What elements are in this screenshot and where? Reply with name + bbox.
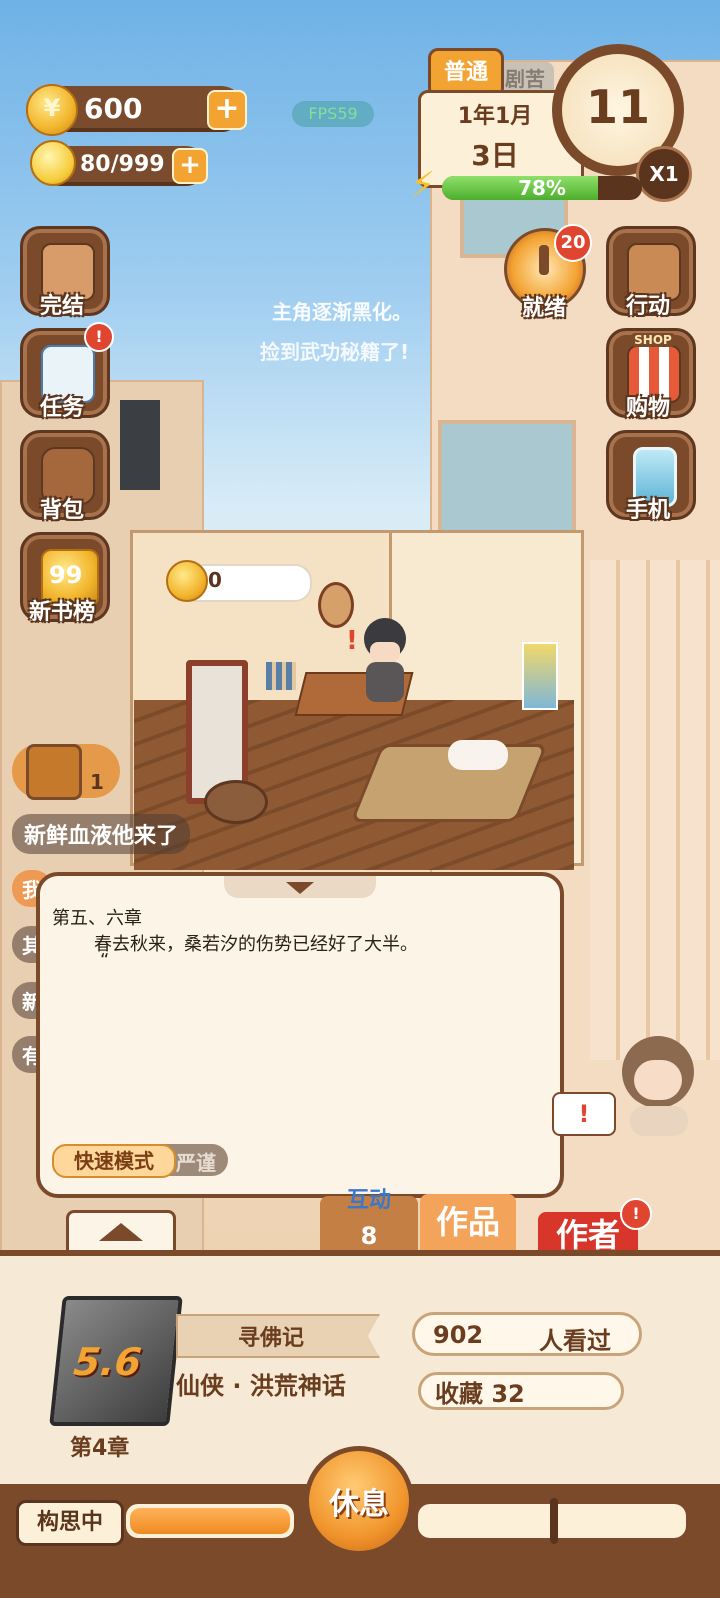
lightbulb-icon [30, 140, 76, 186]
clock-dial-icon [539, 245, 549, 275]
floating-text-1: 主角逐渐黑化。 [272, 300, 412, 324]
round-window [318, 582, 354, 628]
pillow [448, 740, 508, 770]
energy-amount: 80/999 [80, 152, 165, 177]
author-character[interactable] [360, 618, 410, 706]
rest-button[interactable]: 休息 [304, 1446, 414, 1556]
wall-poster [522, 642, 558, 710]
book-title: 寻佛记 [237, 1326, 304, 1351]
ready-count-badge: 20 [554, 224, 592, 262]
favorites-pill: 收藏 32 [418, 1372, 624, 1410]
side-label-ranking: 新书榜 [28, 600, 95, 625]
side-label-action: 行动 [625, 294, 670, 319]
treasure-chest-button[interactable]: 1 [12, 744, 120, 800]
side-label-finished: 完结 [39, 294, 84, 319]
mode-fast-button[interactable]: 快速模式 [52, 1144, 176, 1178]
coin-icon [166, 560, 208, 602]
tab-interact-label: 互动 [346, 1188, 391, 1213]
background-billboard [120, 400, 160, 490]
book-cover[interactable]: 5.6 [49, 1296, 183, 1426]
coin-bubble-amount: 0 [208, 568, 222, 592]
background-stripes [590, 560, 720, 1060]
book-genre: 仙侠 · 洪荒神话 [176, 1372, 346, 1400]
floating-text-2: 捡到武功秘籍了! [260, 340, 410, 364]
side-label-ready: 就绪 [521, 296, 566, 321]
collapse-dialog-button[interactable] [224, 876, 376, 898]
side-label-shop: 购物 [625, 396, 670, 421]
lightning-icon: ⚡ [410, 165, 436, 206]
rest-button-label: 休息 [329, 1487, 389, 1522]
chest-icon [26, 744, 82, 800]
book-score: 5.6 [71, 1340, 144, 1384]
author-alert-badge: ! [620, 1198, 652, 1230]
comment-bubble: 新鲜血液他来了 [12, 814, 191, 854]
writing-progress-bar [126, 1504, 294, 1538]
shop-sign: SHOP [631, 333, 675, 347]
task-alert-badge: ! [84, 322, 114, 352]
ranking-badge: 99 [49, 561, 83, 589]
story-dialog: 第五、六章 春去秋来，桑若汐的伤势已经好了大半。 “ 严谨 快速模式 [36, 872, 564, 1198]
add-coins-button[interactable]: + [207, 90, 247, 130]
fps-counter: FPS59 [292, 101, 374, 127]
book-info-panel: 5.6 第4章 寻佛记 仙侠 · 洪荒神话 902 人看过 收藏 32 构思中 … [0, 1250, 720, 1598]
side-label-bag: 背包 [39, 498, 84, 523]
add-energy-button[interactable]: + [172, 148, 208, 184]
side-label-tasks: 任务 [39, 396, 84, 421]
round-rug [204, 780, 268, 824]
views-count: 902 [433, 1321, 484, 1349]
story-line-2: “ [100, 950, 110, 971]
speed-badge[interactable]: X1 [636, 146, 692, 202]
tab-interact[interactable]: 互动 8 [320, 1188, 418, 1258]
book-chapter: 第4章 [70, 1436, 130, 1461]
chest-count: 1 [90, 770, 104, 794]
shelf-books [266, 662, 296, 690]
views-pill: 902 人看过 [412, 1312, 642, 1356]
chapter-title: 第五、六章 [52, 908, 142, 929]
tab-works[interactable]: 作品 [420, 1194, 516, 1256]
chevron-up-icon [99, 1223, 143, 1241]
tab-interact-count: 8 [360, 1222, 378, 1250]
slider-marker [550, 1498, 558, 1544]
mood-slider[interactable] [418, 1498, 686, 1544]
chevron-down-icon [286, 882, 314, 894]
coin-icon: ¥ [26, 84, 78, 136]
coin-amount: 600 [84, 92, 143, 125]
date-month: 1年1月 [457, 104, 533, 129]
progress-bar: 78% [442, 176, 642, 200]
assistant-character[interactable] [616, 1036, 700, 1136]
mode-strict-label[interactable]: 严谨 [176, 1147, 216, 1176]
status-badge: 构思中 [16, 1500, 124, 1546]
assistant-alert-icon[interactable]: ! [552, 1092, 616, 1136]
story-line-1: 春去秋来，桑若汐的伤势已经好了大半。 [94, 934, 418, 955]
views-label: 人看过 [539, 1327, 611, 1355]
progress-label: 78% [518, 176, 566, 200]
clock-hour: 11 [585, 80, 650, 134]
exclamation-icon: ! [346, 626, 358, 656]
side-label-phone: 手机 [625, 498, 670, 523]
